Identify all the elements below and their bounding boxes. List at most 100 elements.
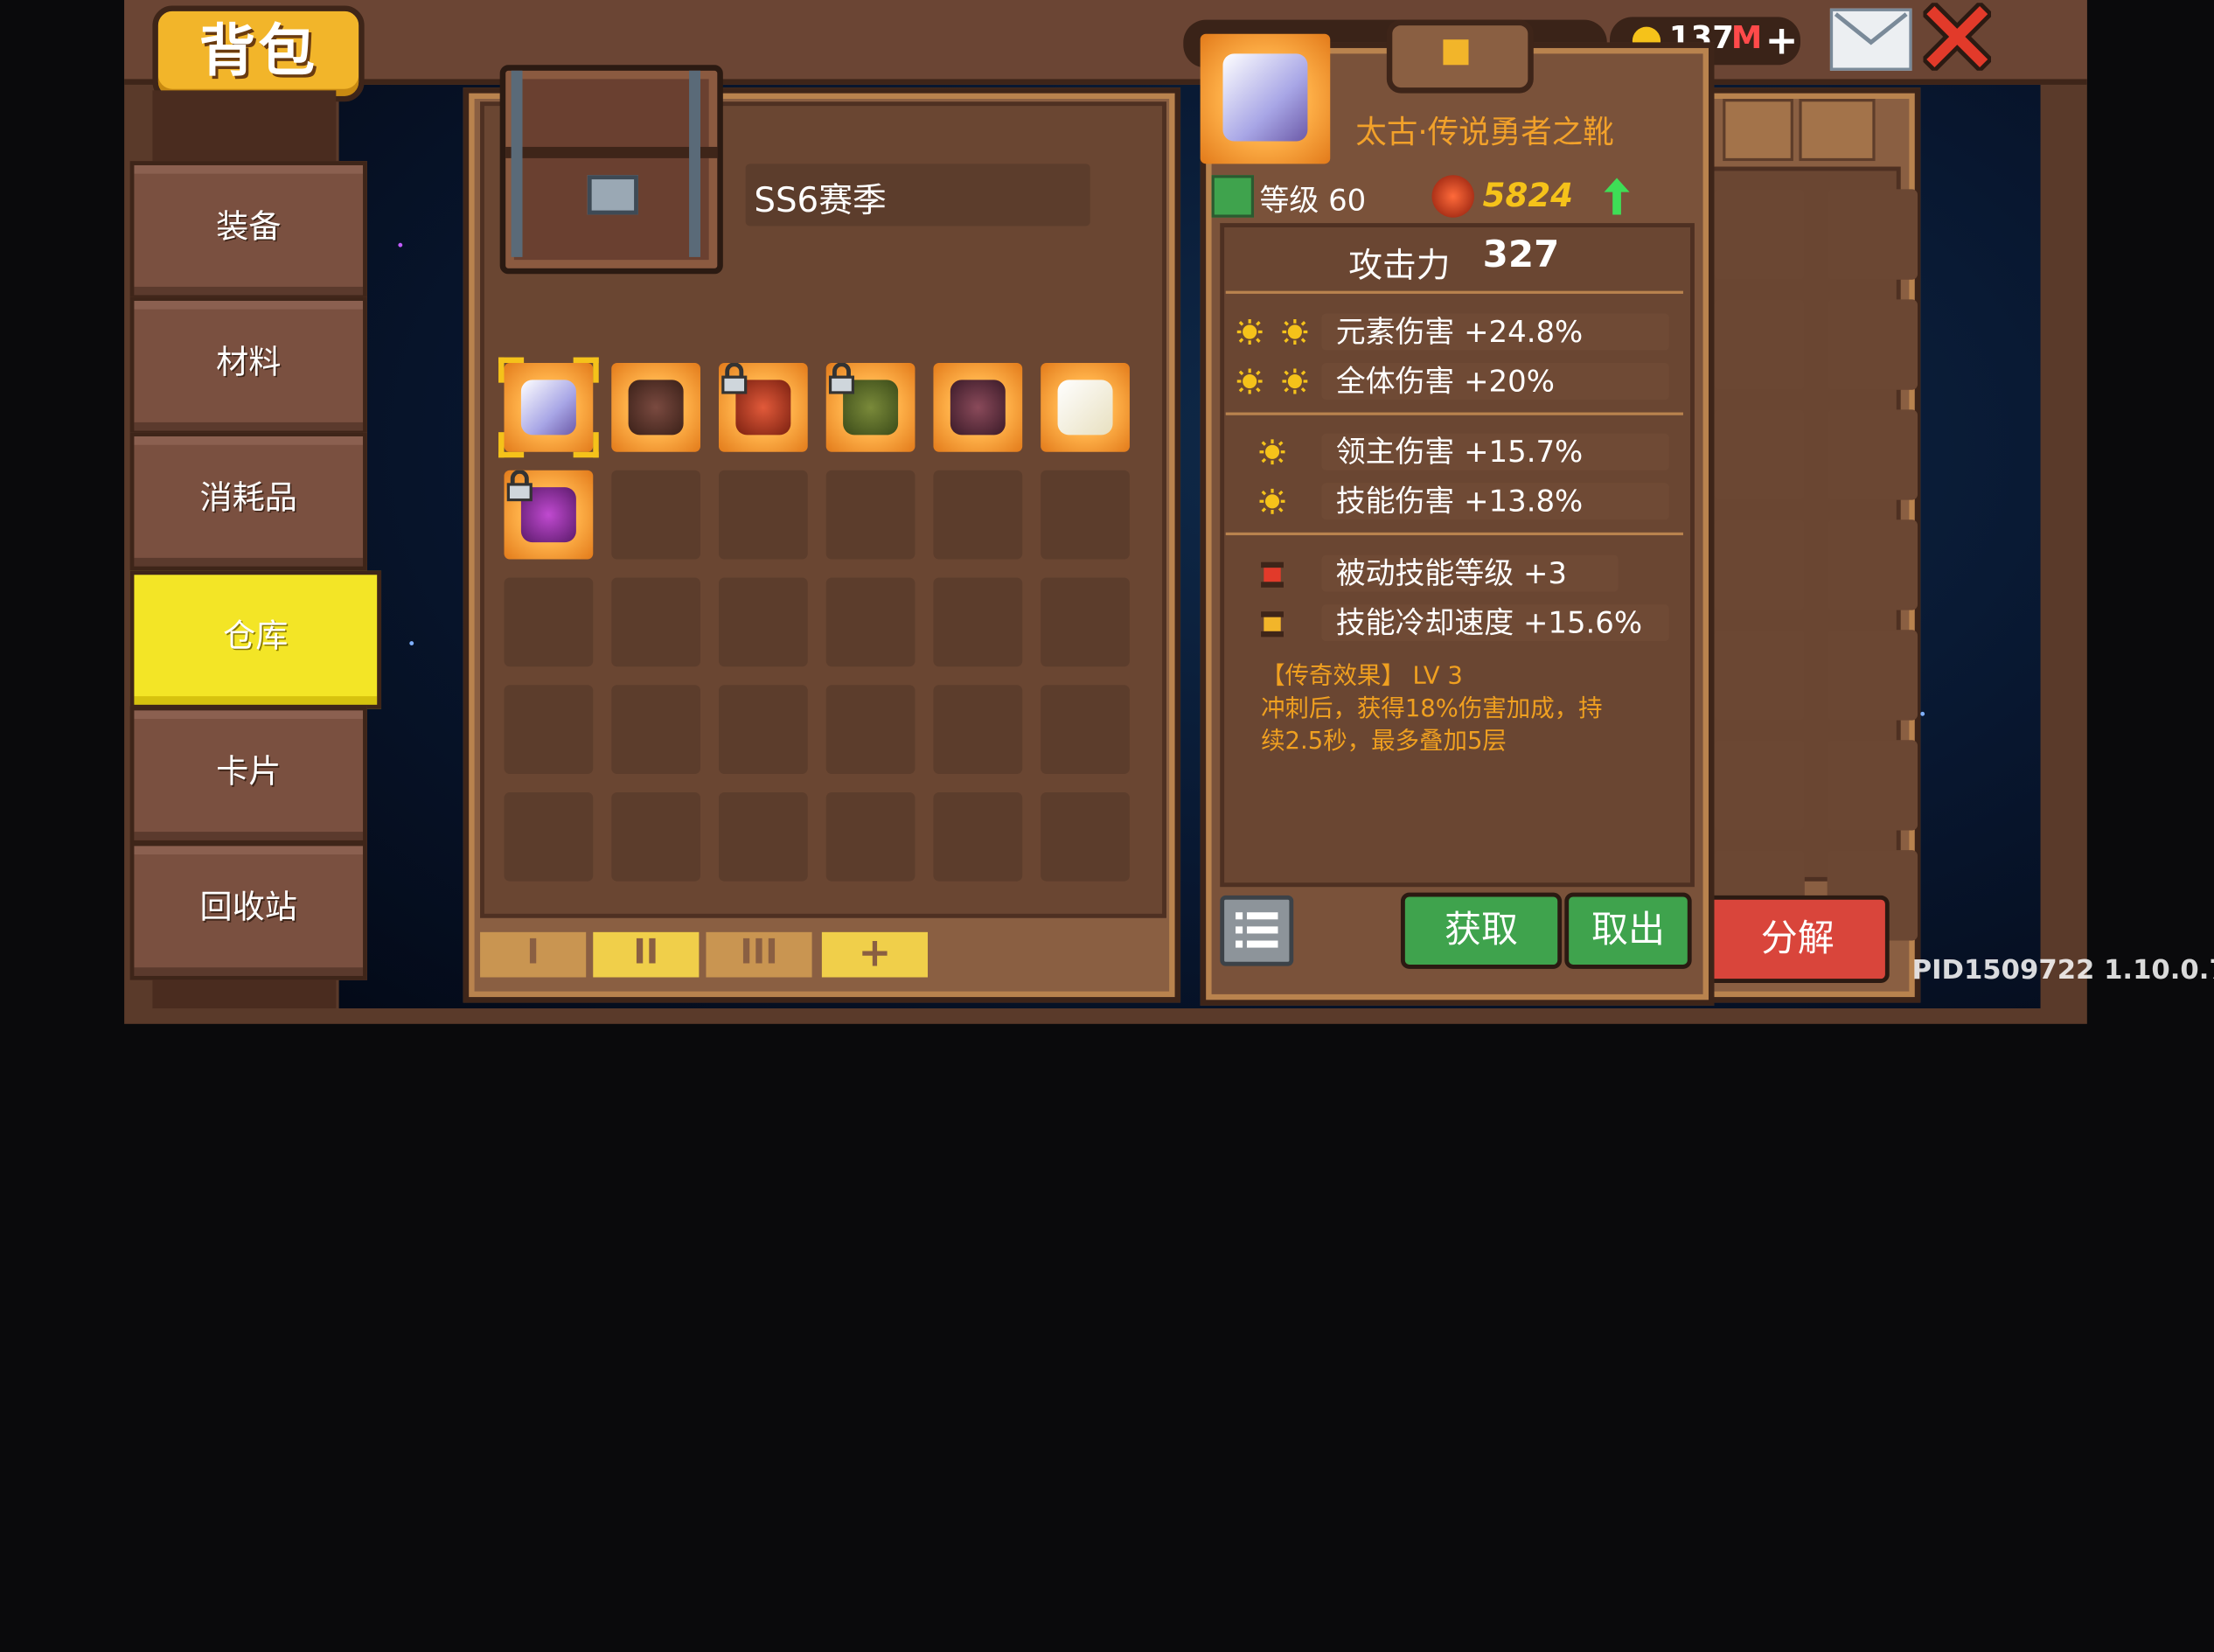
lock-icon [826, 362, 858, 394]
season-label: SS6赛季 [754, 180, 887, 220]
sidebar-item-storage[interactable]: 仓库 [129, 570, 382, 709]
storage-empty-slot[interactable] [718, 685, 808, 774]
selected-item-icon [1200, 33, 1331, 164]
storage-empty-slot[interactable] [611, 470, 700, 560]
stat-line: 技能冷却速度 +15.6% [1321, 604, 1669, 642]
item-icon [520, 380, 576, 436]
storage-empty-slot[interactable] [504, 577, 594, 667]
sun-icon [1236, 318, 1263, 345]
item-icon [950, 380, 1006, 436]
divider [1225, 532, 1683, 536]
sun-icon [1259, 439, 1285, 465]
attack-label: 攻击力 [1348, 245, 1451, 286]
inventory-slot[interactable] [1827, 740, 1918, 831]
page-tab-2[interactable]: II [593, 931, 700, 978]
power-icon [1431, 175, 1474, 218]
storage-item-slot[interactable] [504, 470, 594, 560]
storage-empty-slot[interactable] [611, 685, 700, 774]
item-icon [628, 380, 684, 436]
gear-icon[interactable] [1799, 99, 1876, 162]
storage-empty-slot[interactable] [1041, 470, 1130, 560]
sun-icon [1282, 318, 1308, 345]
item-level: 等级 60 [1259, 183, 1367, 218]
storage-empty-slot[interactable] [825, 577, 916, 667]
item-icon [1057, 380, 1113, 436]
inventory-slot[interactable] [1714, 630, 1805, 721]
storage-item-slot[interactable] [933, 363, 1023, 452]
decompose-button[interactable]: 分解 [1705, 895, 1890, 983]
currency-unit: M [1730, 21, 1763, 57]
selection-corner [573, 357, 599, 383]
close-icon[interactable] [1920, 0, 1995, 73]
inventory-slot[interactable] [1827, 519, 1918, 610]
storage-empty-slot[interactable] [825, 470, 916, 560]
storage-empty-slot[interactable] [825, 685, 916, 774]
storage-empty-slot[interactable] [933, 470, 1023, 560]
lock-icon [719, 362, 750, 394]
sun-icon [1236, 368, 1263, 394]
add-page-button[interactable]: + [821, 930, 928, 978]
stat-line: 元素伤害 +24.8% [1321, 313, 1669, 351]
storage-empty-slot[interactable] [718, 577, 808, 667]
sidebar-item-materials[interactable]: 材料 [129, 296, 367, 436]
storage-empty-slot[interactable] [504, 791, 594, 882]
stat-line: 领主伤害 +15.7% [1321, 433, 1669, 471]
inventory-slot[interactable] [1714, 409, 1805, 500]
selection-corner [498, 357, 525, 383]
star-dot [409, 641, 414, 646]
inventory-slot[interactable] [1714, 299, 1805, 390]
page-tab-1[interactable]: I [480, 931, 587, 978]
legend-line: 冲刺后，获得18%伤害加成，持 [1261, 694, 1603, 723]
sidebar-item-cards[interactable]: 卡片 [129, 706, 367, 845]
storage-item-slot[interactable] [825, 362, 916, 452]
divider [1225, 290, 1683, 294]
storage-empty-slot[interactable] [611, 791, 700, 882]
inventory-slot[interactable] [1827, 409, 1918, 500]
storage-empty-slot[interactable] [1041, 577, 1130, 667]
boots-type-icon [1386, 19, 1534, 94]
storage-empty-slot[interactable] [933, 685, 1023, 774]
star-dot [1920, 711, 1925, 716]
get-button[interactable]: 获取 [1400, 892, 1563, 969]
inventory-slot[interactable] [1827, 189, 1918, 280]
page-tab-3[interactable]: III [706, 931, 812, 978]
power-value: 5824 [1482, 178, 1574, 215]
inventory-slot[interactable] [1714, 189, 1805, 280]
storage-empty-slot[interactable] [1041, 685, 1130, 774]
storage-item-slot[interactable] [1041, 363, 1130, 452]
inventory-slot[interactable] [1714, 519, 1805, 610]
selection-corner [573, 432, 599, 458]
season-field[interactable]: SS6赛季 [745, 164, 1090, 227]
storage-item-slot[interactable] [718, 362, 808, 452]
page-title: 背包 [152, 5, 365, 102]
sidebar-item-recycle[interactable]: 回收站 [129, 841, 367, 980]
storage-empty-slot[interactable] [611, 577, 700, 667]
add-currency-button[interactable]: + [1765, 17, 1799, 63]
sidebar-item-consumables[interactable]: 消耗品 [129, 432, 367, 571]
legend-line: 续2.5秒，最多叠加5层 [1261, 727, 1507, 756]
upgrade-arrow-icon [1604, 178, 1630, 215]
scroll-icon [1259, 610, 1284, 638]
divider [1225, 412, 1683, 415]
storage-empty-slot[interactable] [933, 577, 1023, 667]
mail-icon[interactable] [1829, 8, 1912, 71]
storage-empty-slot[interactable] [933, 791, 1023, 882]
inventory-slot[interactable] [1827, 299, 1918, 390]
version-label: PID1509722 1.10.0.7 [1911, 954, 2214, 986]
inventory-slot[interactable] [1714, 740, 1805, 831]
list-icon[interactable] [1220, 895, 1294, 966]
inventory-slot[interactable] [1827, 630, 1918, 721]
bag-filter-icon[interactable] [1723, 99, 1793, 162]
storage-item-slot[interactable] [611, 363, 700, 452]
storage-item-slot[interactable] [498, 357, 599, 458]
level-badge-icon [1211, 175, 1255, 218]
storage-empty-slot[interactable] [825, 791, 916, 882]
storage-empty-slot[interactable] [718, 791, 808, 882]
sidebar-item-equipment[interactable]: 装备 [129, 161, 367, 300]
storage-empty-slot[interactable] [504, 685, 594, 774]
take-out-button[interactable]: 取出 [1564, 892, 1692, 969]
sun-icon [1282, 368, 1308, 394]
item-name: 太古·传说勇者之靴 [1355, 115, 1614, 151]
storage-empty-slot[interactable] [718, 470, 808, 560]
storage-empty-slot[interactable] [1041, 791, 1130, 882]
